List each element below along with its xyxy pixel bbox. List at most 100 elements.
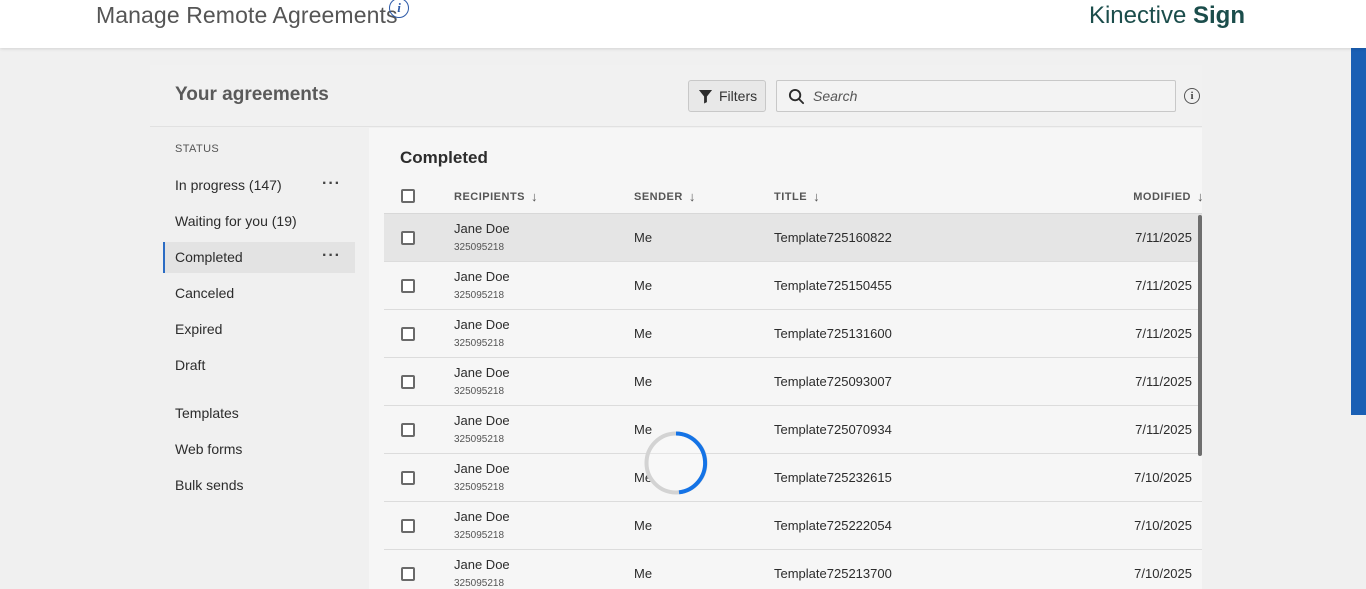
agreements-list: Completed RECIPIENTS ↓ SENDER ↓ TITLE ↓ … [369,128,1204,589]
sort-down-arrow-icon: ↓ [1197,189,1204,204]
panel-header: Your agreements Filters i [150,65,1202,127]
page-title: Manage Remote Agreements [96,2,398,28]
table-row[interactable]: Jane Doe 325095218 Me Template725070934 … [384,406,1202,454]
filter-icon [698,89,713,104]
sidebar-item-label: Bulk sends [175,477,244,493]
sidebar-item-label: Completed [175,249,243,265]
sidebar-item-label: In progress (147) [175,177,282,193]
agreements-panel: Your agreements Filters i STATUS In prog… [150,65,1204,589]
recipient-id: 325095218 [454,338,505,349]
sidebar-item-templates[interactable]: Templates [163,398,355,429]
agreement-title: Template725093007 [774,374,892,389]
status-sidebar: STATUS In progress (147) ··· Waiting for… [150,128,369,589]
row-checkbox[interactable] [401,279,415,293]
filters-label: Filters [719,88,758,104]
table-row[interactable]: Jane Doe 325095218 Me Template725232615 … [384,454,1202,502]
agreement-title: Template725070934 [774,422,892,437]
recipient-id: 325095218 [454,386,505,397]
row-checkbox[interactable] [401,567,415,581]
recipient-name: Jane Doe [454,413,510,428]
modified-date: 7/11/2025 [1135,278,1192,293]
search-info-icon[interactable]: i [1184,88,1200,104]
list-scrollbar[interactable] [1198,215,1202,456]
more-options-icon[interactable]: ··· [322,242,341,269]
sidebar-item-in-progress[interactable]: In progress (147) ··· [163,170,355,201]
page-scrollbar[interactable] [1351,48,1366,415]
sidebar-item-web-forms[interactable]: Web forms [163,434,355,465]
column-label: TITLE [774,190,808,203]
row-checkbox[interactable] [401,375,415,389]
search-input[interactable] [813,88,1153,104]
column-recipients[interactable]: RECIPIENTS ↓ [454,189,538,204]
loading-spinner-icon [644,431,708,495]
recipient-id: 325095218 [454,242,505,253]
sender: Me [634,518,653,533]
column-title[interactable]: TITLE ↓ [774,189,820,204]
row-checkbox[interactable] [401,471,415,485]
recipient-id: 325095218 [454,578,505,589]
sort-down-arrow-icon: ↓ [531,189,539,204]
recipient-name: Jane Doe [454,317,510,332]
row-checkbox[interactable] [401,423,415,437]
agreement-title: Template725150455 [774,278,892,293]
brand-name-light: Kinective [1088,2,1187,29]
row-checkbox[interactable] [401,231,415,245]
recipient-name: Jane Doe [454,365,510,380]
sort-down-arrow-icon: ↓ [688,189,696,204]
modified-date: 7/11/2025 [1135,230,1192,245]
search-box[interactable] [776,80,1176,112]
agreement-title: Template725160822 [774,230,892,245]
sidebar-item-expired[interactable]: Expired [163,314,355,345]
agreement-title: Template725232615 [774,470,892,485]
agreement-title: Template725131600 [774,326,892,341]
column-sender[interactable]: SENDER ↓ [634,189,696,204]
recipient-id: 325095218 [454,482,505,493]
modified-date: 7/11/2025 [1135,326,1192,341]
recipient-name: Jane Doe [454,221,510,236]
table-row[interactable]: Jane Doe 325095218 Me Template725160822 … [384,214,1202,262]
sender: Me [634,326,653,341]
table-row[interactable]: Jane Doe 325095218 Me Template725222054 … [384,502,1202,550]
table-row[interactable]: Jane Doe 325095218 Me Template725131600 … [384,310,1202,358]
panel-heading: Your agreements [175,84,329,105]
recipient-name: Jane Doe [454,269,510,284]
status-heading: STATUS [175,143,220,155]
modified-date: 7/11/2025 [1135,374,1192,389]
sidebar-item-label: Templates [175,405,239,421]
brand-name-strong: Sign [1193,2,1245,29]
sidebar-item-completed[interactable]: Completed ··· [163,242,355,273]
sidebar-item-label: Waiting for you (19) [175,213,297,229]
modified-date: 7/10/2025 [1134,518,1192,533]
table-header: RECIPIENTS ↓ SENDER ↓ TITLE ↓ MODIFIED ↓ [384,178,1204,214]
filters-button[interactable]: Filters [688,80,766,112]
modified-date: 7/10/2025 [1134,566,1192,581]
info-icon[interactable]: i [389,0,409,18]
top-bar: Manage Remote Agreements i Kinective Sig… [0,0,1366,48]
recipient-name: Jane Doe [454,461,510,476]
sort-down-arrow-icon: ↓ [813,189,821,204]
row-checkbox[interactable] [401,327,415,341]
column-label: SENDER [634,190,683,203]
sidebar-item-label: Expired [175,321,223,337]
sidebar-item-bulk-sends[interactable]: Bulk sends [163,470,355,501]
sidebar-item-label: Web forms [175,441,243,457]
sidebar-item-label: Draft [175,357,206,373]
sender: Me [634,230,653,245]
agreement-title: Template725213700 [774,566,892,581]
table-row[interactable]: Jane Doe 325095218 Me Template725150455 … [384,262,1202,310]
row-checkbox[interactable] [401,519,415,533]
sidebar-item-draft[interactable]: Draft [163,350,355,381]
brand-logo: Kinective Sign [1089,2,1245,30]
more-options-icon[interactable]: ··· [322,170,341,197]
recipient-id: 325095218 [454,530,505,541]
column-modified[interactable]: MODIFIED ↓ [1133,189,1204,204]
table-row[interactable]: Jane Doe 325095218 Me Template725213700 … [384,550,1202,589]
modified-date: 7/11/2025 [1135,422,1192,437]
recipient-id: 325095218 [454,290,505,301]
sidebar-item-label: Canceled [175,285,235,301]
column-label: MODIFIED [1133,190,1191,203]
sidebar-item-canceled[interactable]: Canceled [163,278,355,309]
table-row[interactable]: Jane Doe 325095218 Me Template725093007 … [384,358,1202,406]
select-all-checkbox[interactable] [401,189,415,203]
sidebar-item-waiting-for-you[interactable]: Waiting for you (19) [163,206,355,237]
